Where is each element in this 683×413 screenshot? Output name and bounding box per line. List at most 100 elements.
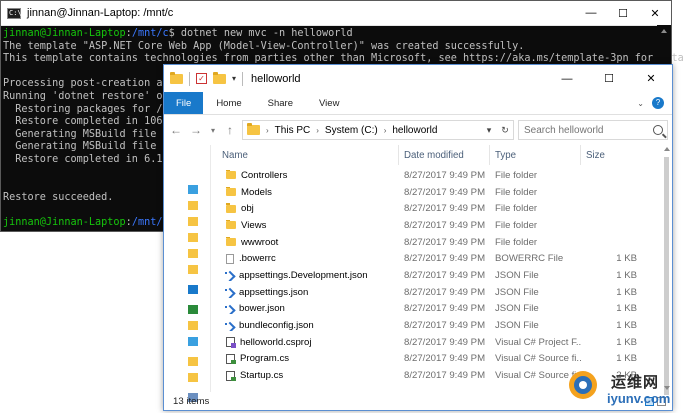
column-header-size[interactable]: Size [581,145,641,165]
file-name-cell[interactable]: obj [211,203,399,214]
tab-file[interactable]: File [164,92,204,114]
nav-folder-icon[interactable] [188,321,198,330]
file-name-cell[interactable]: Controllers [211,169,399,181]
search-input[interactable] [519,123,646,137]
column-header-type[interactable]: Type [490,145,581,165]
breadcrumb-separator[interactable]: › [266,126,269,135]
address-dropdown-icon[interactable]: ▾ [481,125,497,136]
tab-view[interactable]: View [306,92,352,114]
forward-arrow-icon[interactable]: → [188,123,204,137]
properties-icon[interactable]: ✓ [196,73,207,84]
terminal-text: Restore completed in 106.27 [3,116,181,128]
table-row[interactable]: Models 8/27/2017 9:49 PM File folder [211,184,672,201]
column-header-date[interactable]: Date modified [399,145,490,165]
file-name-cell[interactable]: helloworld.csproj [211,337,399,348]
explorer-maximize-button[interactable]: ☐ [588,65,630,92]
file-name-cell[interactable]: Program.cs [211,353,399,365]
terminal-close-button[interactable]: ✕ [639,1,671,25]
nav-folder-icon[interactable] [188,217,198,226]
nav-folder-icon[interactable] [188,373,198,382]
explorer-close-button[interactable]: ✕ [630,65,672,92]
file-name-cell[interactable]: bower.json [211,303,399,314]
table-row[interactable]: bower.json 8/27/2017 9:49 PM JSON File 1 KB [211,301,672,318]
scroll-up-arrow-icon[interactable] [661,29,667,33]
file-name-cell[interactable]: wwwroot [211,236,399,248]
expand-ribbon-icon[interactable]: ⌄ [637,99,644,108]
date-modified: 8/27/2017 9:49 PM [404,269,486,281]
tab-home[interactable]: Home [203,92,254,114]
quick-access-icon[interactable] [188,185,198,194]
scrollbar-thumb[interactable] [664,157,669,395]
file-type: File folder [495,219,538,231]
refresh-icon[interactable]: ↻ [497,125,513,136]
file-name-cell[interactable]: Startup.cs [211,370,399,382]
breadcrumb-separator[interactable]: › [316,126,319,135]
up-arrow-icon[interactable]: ↑ [222,123,238,137]
breadcrumb-separator[interactable]: › [384,126,387,135]
breadcrumb-helloworld[interactable]: helloworld [392,125,437,136]
prompt-user: jinnan@Jinnan-Laptop [3,216,126,228]
breadcrumb-system-c[interactable]: System (C:) [325,125,378,136]
column-header-name[interactable]: Name [211,145,399,165]
date-modified: 8/27/2017 9:49 PM [404,353,486,365]
breadcrumb-this-pc[interactable]: This PC [275,125,311,136]
search-box[interactable] [518,120,668,140]
tab-share[interactable]: Share [255,92,306,114]
this-pc-icon[interactable] [188,337,198,346]
scroll-up-arrow-icon[interactable] [664,147,670,151]
file-name-cell[interactable]: appsettings.json [211,287,399,298]
back-arrow-icon[interactable]: ← [168,123,184,137]
table-row[interactable]: obj 8/27/2017 9:49 PM File folder [211,200,672,217]
table-row[interactable]: helloworld.csproj 8/27/2017 9:49 PM Visual… [211,334,672,351]
file-icon [226,253,234,264]
navigation-pane[interactable] [164,145,211,402]
file-name-cell[interactable]: Models [211,186,399,198]
terminal-minimize-button[interactable]: — [575,1,607,25]
file-name: obj [241,203,254,215]
new-folder-icon[interactable] [213,71,226,84]
nav-folder-icon[interactable] [188,249,198,258]
address-bar[interactable]: › This PC › System (C:) › helloworld ▾ ↻ [242,120,514,140]
file-rows: Controllers 8/27/2017 9:49 PM File folder M… [211,167,672,384]
date-modified: 8/27/2017 9:49 PM [404,169,486,181]
terminal-maximize-button[interactable]: ☐ [607,1,639,25]
json-icon [225,271,234,279]
file-name-cell[interactable]: appsettings.Development.json [211,270,399,281]
nav-folder-icon[interactable] [188,265,198,274]
file-name-cell[interactable]: .bowerrc [211,253,399,264]
folder-icon [226,203,236,213]
table-row[interactable]: appsettings.json 8/27/2017 9:49 PM JSON Fi… [211,284,672,301]
explorer-titlebar[interactable]: ✓ ▾ helloworld — ☐ ✕ [164,65,672,92]
help-icon[interactable]: ? [652,97,664,109]
vertical-scrollbar[interactable] [661,145,672,395]
table-row[interactable]: Controllers 8/27/2017 9:49 PM File folder [211,167,672,184]
terminal-text: Running 'dotnet restore' on he [3,90,188,102]
recent-locations-dropdown-icon[interactable]: ▾ [208,126,218,135]
table-row[interactable]: appsettings.Development.json 8/27/2017 9:… [211,267,672,284]
terminal-text: Restoring packages for /mnt [3,103,181,115]
table-row[interactable]: bundleconfig.json 8/27/2017 9:49 PM JSON F… [211,317,672,334]
prompt-path: /mnt/c [131,28,169,39]
table-row[interactable]: wwwroot 8/27/2017 9:49 PM File folder [211,234,672,251]
folder-icon [226,169,236,180]
date-modified: 8/27/2017 9:49 PM [404,219,486,231]
nav-folder-icon[interactable] [188,201,198,210]
nav-folder-icon[interactable] [188,357,198,366]
file-name-cell[interactable]: bundleconfig.json [211,320,399,331]
file-list[interactable]: Name Date modified Type Size Controllers… [211,145,672,395]
file-explorer-window[interactable]: ✓ ▾ helloworld — ☐ ✕ File Home Share Vie… [163,64,673,411]
nav-folder-icon[interactable] [188,233,198,242]
date-modified: 8/27/2017 9:49 PM [404,370,486,382]
file-name-cell[interactable]: Views [211,219,399,231]
table-row[interactable]: Views 8/27/2017 9:49 PM File folder [211,217,672,234]
customize-qat-dropdown-icon[interactable]: ▾ [232,74,236,83]
terminal-titlebar[interactable]: C:\ jinnan@Jinnan-Laptop: /mnt/c — ☐ ✕ [1,1,671,26]
table-row[interactable]: Program.cs 8/27/2017 9:49 PM Visual C# Sou… [211,351,672,368]
nav-item-icon[interactable] [188,305,198,314]
table-row[interactable]: .bowerrc 8/27/2017 9:49 PM BOWERRC File 1 K… [211,250,672,267]
column-headers: Name Date modified Type Size [211,145,672,165]
explorer-minimize-button[interactable]: — [546,65,588,92]
onedrive-icon[interactable] [188,285,198,294]
search-icon[interactable] [653,125,663,135]
date-modified: 8/27/2017 9:49 PM [404,320,486,332]
